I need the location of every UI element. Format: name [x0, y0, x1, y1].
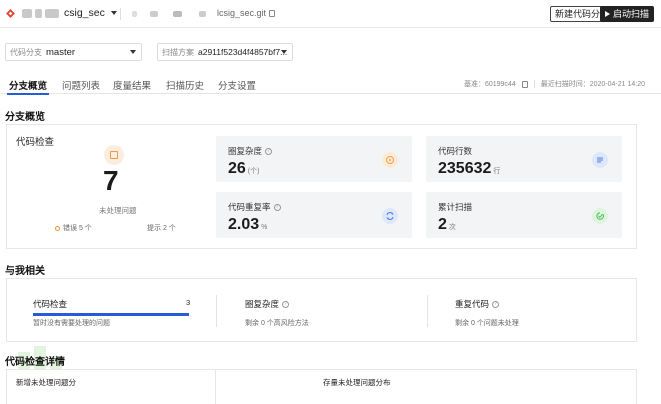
related-code-check-sub: 暂时没有需要处理的问题 [33, 320, 110, 327]
chevron-down-icon [281, 50, 287, 54]
target-icon [382, 152, 398, 168]
related-duplicate[interactable]: 重复代码? 剩余 0 个问题未处理 [428, 279, 638, 343]
divider [120, 8, 121, 20]
repo-name: csig_sec [64, 7, 105, 19]
help-icon[interactable]: ? [492, 300, 500, 308]
branch-value: master [46, 46, 76, 58]
code-check-progress [33, 313, 189, 316]
stat-complexity[interactable]: 圈复杂度? 26 (个) [216, 136, 412, 182]
overview-card: 代码检查 7 未处理问题 错误 5 个 提示 2 个 圈复杂度? 26 (个) 代… [6, 124, 637, 249]
stat-title: 圈复杂度 [228, 146, 263, 156]
base-commit: 基准：60199c44 [463, 81, 516, 88]
error-count[interactable]: 错误 5 个 [55, 223, 92, 233]
stock-issues-label: 存量未处理问题分布 [323, 378, 391, 387]
detail-card: 新增未处理问题分 存量未处理问题分布 [6, 369, 637, 404]
start-scan-label: 启动扫描 [613, 9, 650, 19]
stat-title: 代码重复率 [228, 202, 271, 212]
related-code-check[interactable]: 代码检查 3 暂时没有需要处理的问题 [7, 279, 215, 343]
tab-metrics[interactable]: 度量结果 [113, 78, 151, 92]
related-code-check-title: 代码检查 [33, 299, 68, 309]
stat-value: 2 [438, 216, 447, 233]
hint-count[interactable]: 提示 2 个 [147, 223, 176, 233]
related-complexity[interactable]: 圈复杂度? 剩余 0 个高风险方法 [217, 279, 427, 343]
list-icon [592, 152, 608, 168]
section-title-overview: 分支概览 [5, 112, 45, 123]
related-code-check-count: 3 [186, 298, 191, 307]
redacted-text [173, 11, 182, 17]
stat-scans[interactable]: 累计扫描 2次 [426, 192, 622, 238]
tab-branch-settings[interactable]: 分支设置 [218, 78, 256, 92]
stat-value: 26 [228, 160, 246, 177]
stat-unit: 次 [448, 224, 456, 231]
tab-issue-list[interactable]: 问题列表 [62, 78, 100, 92]
related-complexity-sub: 剩余 0 个高风险方法 [245, 320, 309, 327]
unresolved-label: 未处理问题 [99, 206, 137, 215]
stat-value: 235632 [438, 160, 492, 177]
check-circle-icon [592, 208, 608, 224]
redacted-text [45, 9, 59, 18]
redacted-text [150, 11, 158, 17]
unresolved-count[interactable]: 7 [103, 165, 119, 197]
stat-unit: (个) [247, 168, 260, 175]
base-info: 基准：60199c44 最近扫描时间：2020-04-21 14:20 [464, 79, 645, 89]
new-issues-label: 新增未处理问题分 [16, 378, 76, 387]
help-icon[interactable]: ? [273, 203, 281, 211]
help-icon[interactable]: ? [282, 300, 290, 308]
scheme-label: 扫描方案 [162, 47, 194, 57]
copy-icon[interactable] [269, 9, 276, 17]
divider [215, 370, 216, 404]
divider [533, 80, 535, 88]
stat-duplication[interactable]: 代码重复率? 2.03% [216, 192, 412, 238]
progress-fill [33, 313, 189, 316]
tab-scan-history[interactable]: 扫描历史 [166, 78, 204, 92]
redacted-text [22, 9, 32, 18]
stat-unit: % [261, 224, 268, 231]
stat-unit: 行 [493, 168, 501, 175]
last-scan-time: 最近扫描时间：2020-04-21 14:20 [540, 81, 645, 88]
start-scan-button[interactable]: 启动扫描 [600, 6, 655, 22]
tab-branch-overview[interactable]: 分支概览 [6, 78, 50, 95]
scheme-select[interactable]: 扫描方案 a2911f523d4f4857bf7... [157, 43, 293, 61]
error-count-text: 错误 5 个 [63, 225, 92, 232]
copy-icon[interactable] [521, 80, 528, 88]
redacted-text [132, 11, 137, 17]
top-bar: csig_sec lcsig_sec.git 新建代码分析 启动扫描 [0, 0, 661, 28]
related-complexity-title: 圈复杂度 [245, 299, 280, 309]
related-card: 代码检查 3 暂时没有需要处理的问题 圈复杂度? 剩余 0 个高风险方法 重复代… [6, 278, 637, 342]
scheme-value: a2911f523d4f4857bf7... [198, 47, 288, 57]
warning-dot-icon [55, 225, 60, 231]
branch-label: 代码分支 [10, 47, 42, 57]
repo-selector[interactable]: csig_sec [64, 7, 117, 19]
redacted-text [199, 11, 206, 17]
branch-select[interactable]: 代码分支 master [5, 43, 142, 61]
stat-value: 2.03 [228, 216, 260, 233]
chevron-down-icon [110, 11, 117, 15]
chevron-down-icon [130, 50, 136, 54]
stat-title: 累计扫描 [438, 202, 473, 212]
redacted-text [35, 9, 42, 18]
stat-lines[interactable]: 代码行数 235632 行 [426, 136, 622, 182]
play-icon [605, 11, 610, 17]
logo-icon [6, 9, 15, 18]
related-duplicate-sub: 剩余 0 个问题未处理 [455, 320, 519, 327]
related-duplicate-title: 重复代码 [455, 299, 490, 309]
help-icon[interactable]: ? [265, 147, 273, 155]
refresh-icon [382, 208, 398, 224]
git-url-text: lcsig_sec.git [217, 8, 267, 18]
section-title-detail: 代码检查详情 [5, 357, 65, 368]
git-url: lcsig_sec.git [217, 8, 276, 18]
issue-icon [104, 145, 124, 165]
code-check-title: 代码检查 [16, 137, 55, 148]
section-title-related: 与我相关 [5, 266, 45, 277]
stat-title: 代码行数 [438, 146, 473, 156]
